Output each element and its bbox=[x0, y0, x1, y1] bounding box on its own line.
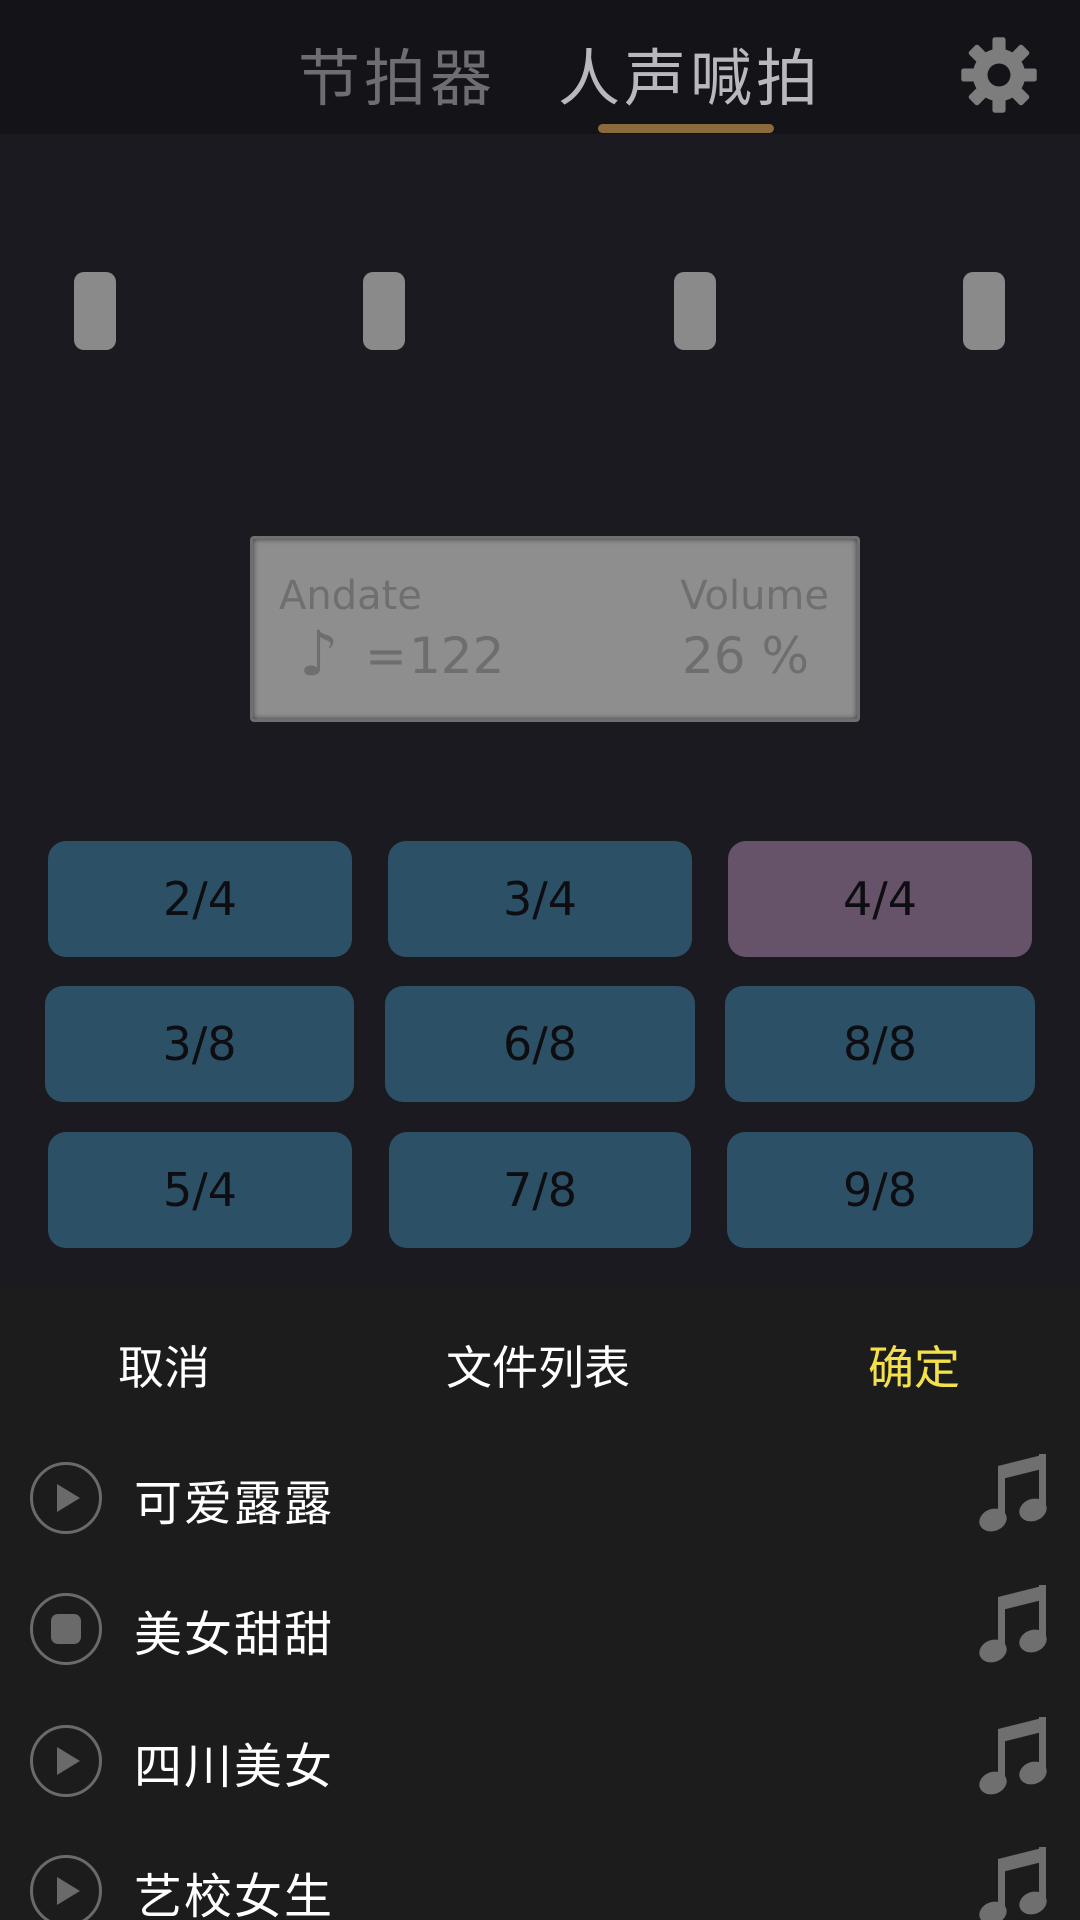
active-tab-indicator bbox=[598, 124, 774, 133]
beat-indicator bbox=[963, 272, 1005, 350]
music-note-icon bbox=[979, 1585, 1047, 1663]
beat-indicator bbox=[74, 272, 116, 350]
music-note-icon bbox=[979, 1454, 1047, 1532]
music-note-icon bbox=[979, 1847, 1047, 1920]
volume-value: 26 % bbox=[681, 627, 809, 685]
time-signature-9-8-button[interactable]: 9/8 bbox=[727, 1132, 1033, 1248]
time-signature-8-8-button[interactable]: 8/8 bbox=[725, 986, 1035, 1102]
list-item-label: 可爱露露 bbox=[134, 1476, 335, 1532]
stop-icon bbox=[51, 1614, 81, 1644]
time-signature-6-8-button[interactable]: 6/8 bbox=[385, 986, 695, 1102]
beat-indicator bbox=[363, 272, 405, 350]
play-icon bbox=[57, 1877, 80, 1905]
play-button[interactable] bbox=[30, 1855, 102, 1920]
time-signature-5-4-button[interactable]: 5/4 bbox=[48, 1132, 352, 1248]
time-signature-3-8-button[interactable]: 3/8 bbox=[45, 986, 354, 1102]
file-list-sheet: 取消 文件列表 确定 可爱露露 美女甜甜 四川美女 艺校女生 bbox=[0, 1288, 1080, 1920]
play-icon bbox=[57, 1484, 80, 1512]
bpm-value: 122 bbox=[409, 627, 505, 685]
music-note-icon bbox=[979, 1717, 1047, 1795]
play-button[interactable] bbox=[30, 1462, 102, 1534]
list-item-label: 艺校女生 bbox=[134, 1869, 335, 1920]
play-icon bbox=[57, 1747, 80, 1775]
gear-icon[interactable] bbox=[958, 34, 1040, 116]
eighth-note-icon: ♪ bbox=[299, 617, 339, 690]
list-item[interactable]: 美女甜甜 bbox=[0, 1567, 1080, 1687]
stop-button[interactable] bbox=[30, 1593, 102, 1665]
tempo-volume-display[interactable]: Andate Volume ♪ = 122 26 % bbox=[250, 536, 860, 722]
volume-label: Volume bbox=[680, 573, 829, 619]
play-button[interactable] bbox=[30, 1725, 102, 1797]
cancel-button[interactable]: 取消 bbox=[118, 1332, 210, 1398]
tab-voice-count[interactable]: 人声喊拍 bbox=[558, 28, 822, 118]
list-item-label: 美女甜甜 bbox=[134, 1607, 335, 1663]
list-item[interactable]: 四川美女 bbox=[0, 1699, 1080, 1819]
beat-indicator bbox=[674, 272, 716, 350]
list-item[interactable]: 可爱露露 bbox=[0, 1436, 1080, 1556]
equals-sign: = bbox=[365, 627, 407, 685]
time-signature-3-4-button[interactable]: 3/4 bbox=[388, 841, 692, 957]
list-item[interactable]: 艺校女生 bbox=[0, 1829, 1080, 1920]
list-item-label: 四川美女 bbox=[134, 1739, 335, 1795]
top-bar: 节拍器 人声喊拍 bbox=[0, 0, 1080, 134]
time-signature-2-4-button[interactable]: 2/4 bbox=[48, 841, 352, 957]
tempo-name: Andate bbox=[279, 573, 422, 619]
sheet-title: 文件列表 bbox=[446, 1341, 630, 1395]
time-signature-4-4-button[interactable]: 4/4 bbox=[728, 841, 1032, 957]
time-signature-7-8-button[interactable]: 7/8 bbox=[389, 1132, 691, 1248]
confirm-button[interactable]: 确定 bbox=[868, 1332, 960, 1398]
tab-metronome[interactable]: 节拍器 bbox=[298, 28, 496, 118]
